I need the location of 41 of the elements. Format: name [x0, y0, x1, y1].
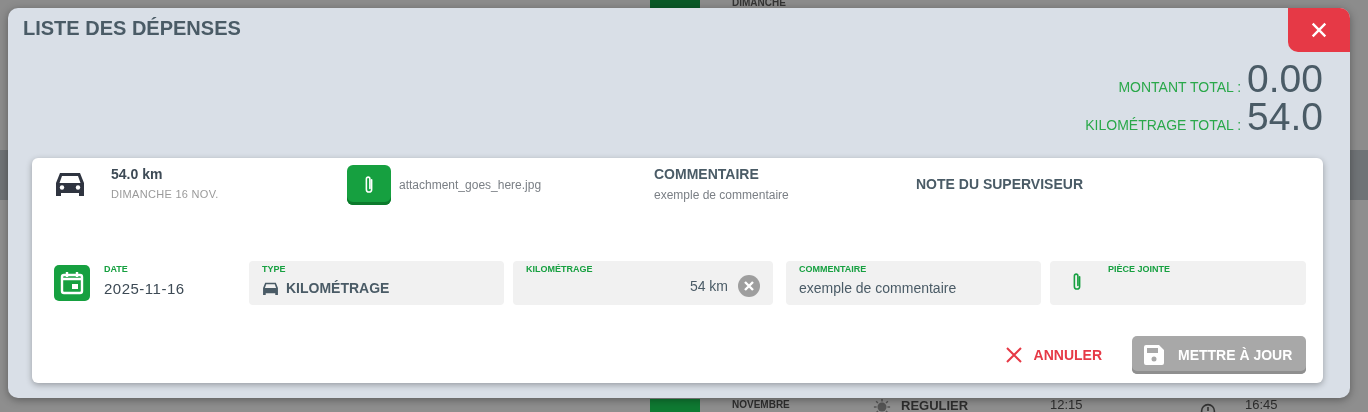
input-field[interactable]: COMMENTAIRE exemple de commentaire [786, 261, 1041, 305]
type-select[interactable]: TYPE KILOMÉTRAGE [249, 261, 504, 305]
calendar-icon [54, 265, 90, 301]
dialog-title: LISTE DES DÉPENSES [22, 16, 241, 40]
close-icon [1005, 347, 1022, 363]
close-icon [1310, 21, 1328, 39]
backdrop-label: NOVEMBRE [732, 399, 790, 410]
close-button[interactable] [1288, 8, 1350, 52]
backdrop-tile [650, 0, 700, 8]
comment-text: exemple de commentaire [654, 188, 790, 202]
field-label: DATE [104, 264, 129, 274]
sun-icon [873, 398, 891, 412]
expense-distance: 54.0 km [111, 166, 164, 182]
attachment-button[interactable] [347, 165, 391, 205]
backdrop-label: REGULIER [901, 398, 969, 412]
supervisor-note-heading: NOTE DU SUPERVISEUR [916, 176, 1084, 194]
clear-icon[interactable] [738, 275, 760, 297]
field-label: PIÈCE JOINTE [1108, 264, 1170, 274]
expense-date: DIMANCHE 16 NOV. [111, 188, 220, 200]
comment-heading: COMMENTAIRE [654, 166, 760, 182]
field-label: COMMENTAIRE [799, 264, 868, 274]
field-label: KILOMÉTRAGE [526, 264, 594, 274]
field-value: 54 km [689, 278, 728, 294]
attachment-filename[interactable]: attachment_goes_here.jpg [399, 178, 542, 192]
car-icon [262, 280, 279, 296]
date-field[interactable]: 2025-11-16 [104, 280, 249, 297]
field-label: TYPE [262, 264, 287, 274]
total-value: 54.0 [1247, 98, 1323, 136]
save-icon [1144, 345, 1164, 365]
car-icon [54, 170, 86, 198]
backdrop-tile [650, 399, 700, 412]
total-value: 0.00 [1247, 60, 1323, 98]
total-label: KILOMÉTRAGE TOTAL : [1085, 117, 1242, 133]
field-value: KILOMÉTRAGE [286, 280, 390, 296]
field-value: exemple de commentaire [799, 280, 957, 296]
backdrop-label: 12:15 [1050, 397, 1083, 412]
input-field[interactable]: KILOMÉTRAGE 54 km [513, 261, 773, 305]
cancel-button[interactable]: ANNULER [1005, 343, 1102, 367]
backdrop-label: 16:45 [1245, 397, 1278, 412]
attachment-field[interactable]: PIÈCE JOINTE [1050, 261, 1306, 305]
total-label: MONTANT TOTAL : [1118, 79, 1242, 95]
